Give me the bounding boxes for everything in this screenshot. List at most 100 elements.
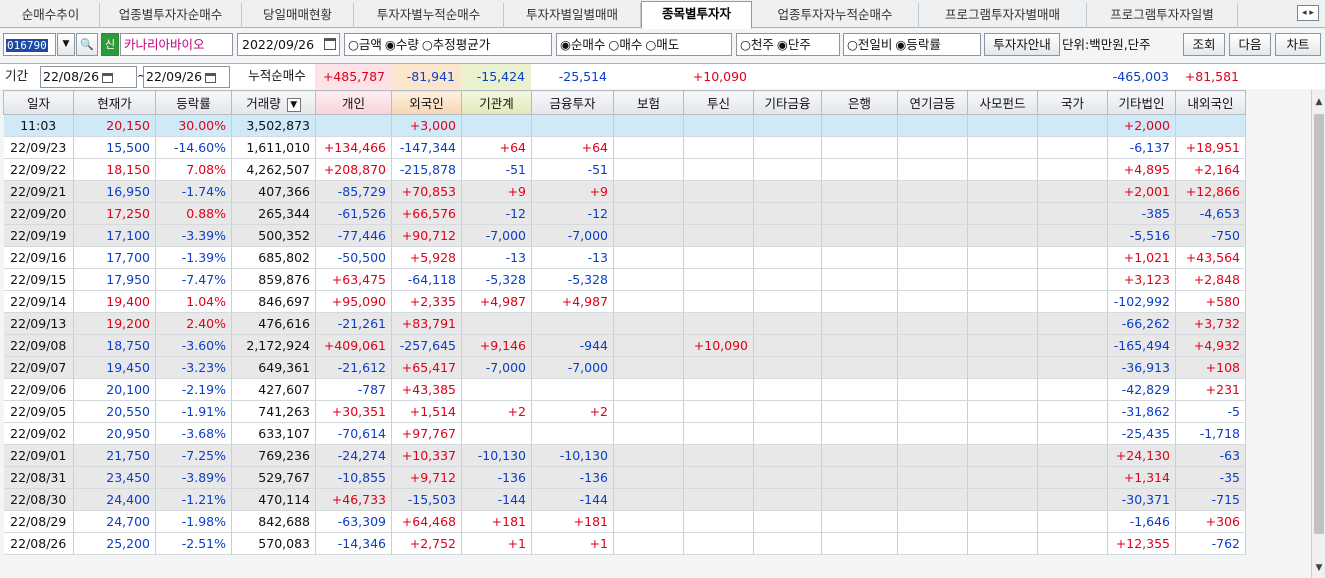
chart-button[interactable]: 차트 <box>1275 33 1321 56</box>
col-header-government[interactable]: 국가 <box>1037 90 1108 115</box>
col-header-label: 내외국인 <box>1187 96 1234 111</box>
radio-quantity[interactable]: ◉수량 <box>385 37 419 52</box>
next-button[interactable]: 다음 <box>1229 33 1271 56</box>
stock-name-field[interactable]: 카나리아바이오 <box>120 33 233 56</box>
tab-program-investor-trading[interactable]: 프로그램투자자별매매 <box>919 3 1087 28</box>
radio-avg-price[interactable]: ○추정평균가 <box>422 37 490 52</box>
col-header-volume[interactable]: 거래량 ▼ <box>231 90 316 115</box>
calendar-icon[interactable] <box>324 38 336 50</box>
cell-trust <box>683 268 754 291</box>
tab-sector-investor-cumulative[interactable]: 업종투자자누적순매수 <box>752 3 919 28</box>
table-row[interactable]: 22/09/14 19,400 1.04% 846,697 +95,090 +2,335 +… <box>3 290 1246 313</box>
cell-foreign: -15,503 <box>391 488 462 511</box>
radio-buy[interactable]: ○매수 <box>608 37 642 52</box>
col-header-domestic-foreign[interactable]: 내외국인 <box>1175 90 1246 115</box>
cell-date: 22/09/05 <box>3 400 74 423</box>
table-row[interactable]: 22/09/01 21,750 -7.25% 769,236 -24,274 +10,33… <box>3 444 1246 467</box>
tab-investor-cumulative[interactable]: 투자자별누적순매수 <box>354 3 504 28</box>
col-header-rate[interactable]: 등락률 <box>155 90 232 115</box>
cell-volume: 470,114 <box>231 488 316 511</box>
scroll-down-icon[interactable]: ▼ <box>1312 560 1325 576</box>
tab-program-investor-daily[interactable]: 프로그램투자자일별 <box>1087 3 1238 28</box>
col-header-bank[interactable]: 은행 <box>821 90 898 115</box>
radio-single-shares[interactable]: ◉단주 <box>777 37 811 52</box>
table-row[interactable]: 22/09/23 15,500 -14.60% 1,611,010 +134,466 -1… <box>3 136 1246 159</box>
table-row[interactable]: 22/09/07 19,450 -3.23% 649,361 -21,612 +65,41… <box>3 356 1246 379</box>
table-row[interactable]: 22/09/20 17,250 0.88% 265,344 -61,526 +66,576… <box>3 202 1246 225</box>
vertical-scrollbar[interactable]: ▲ ▼ <box>1311 90 1325 578</box>
table-row[interactable]: 11:03 20,150 30.00% 3,502,873 +3,000 +2,000 <box>3 114 1246 137</box>
search-icon[interactable]: 🔍 <box>76 33 98 56</box>
volume-dropdown-chevron-icon[interactable]: ▼ <box>286 97 301 112</box>
tab-investor-daily[interactable]: 투자자별일별매매 <box>504 3 641 28</box>
col-header-foreign[interactable]: 외국인 <box>391 90 462 115</box>
tab-stock-investor[interactable]: 종목별투자자 <box>641 1 752 29</box>
investor-by-stock-window: 순매수추이 업종별투자자순매수 당일매매현황 투자자별누적순매수 투자자별일별매… <box>0 0 1325 578</box>
col-header-trust[interactable]: 투신 <box>683 90 754 115</box>
cell-bank <box>821 246 898 269</box>
tab-scroll-arrows-icon[interactable]: ◂ ▸ <box>1297 5 1319 21</box>
col-header-private-fund[interactable]: 사모펀드 <box>967 90 1038 115</box>
scroll-up-icon[interactable]: ▲ <box>1312 94 1325 110</box>
table-row[interactable]: 22/09/22 18,150 7.08% 4,262,507 +208,870 -215… <box>3 158 1246 181</box>
base-date-input[interactable]: 2022/09/26 <box>237 33 340 56</box>
table-row[interactable]: 22/09/16 17,700 -1.39% 685,802 -50,500 +5,928… <box>3 246 1246 269</box>
code-dropdown-chevron-icon[interactable]: ▼ <box>57 33 75 56</box>
tab-net-buy-trend[interactable]: 순매수추이 <box>2 3 100 28</box>
cell-private-fund <box>967 290 1038 313</box>
table-row[interactable]: 22/08/29 24,700 -1.98% 842,688 -63,309 +64,46… <box>3 510 1246 533</box>
tab-today-trading[interactable]: 당일매매현황 <box>242 3 354 28</box>
cell-individual <box>315 114 392 137</box>
cell-bank <box>821 136 898 159</box>
cell-foreign: +10,337 <box>391 444 462 467</box>
cell-pension <box>897 466 968 489</box>
stock-code-input[interactable]: 016790 <box>3 33 56 56</box>
col-header-other-fin[interactable]: 기타금융 <box>753 90 822 115</box>
radio-net-buy[interactable]: ◉순매수 <box>560 37 605 52</box>
table-row[interactable]: 22/08/26 25,200 -2.51% 570,083 -14,346 +2,752… <box>3 532 1246 555</box>
table-row[interactable]: 22/09/15 17,950 -7.47% 859,876 +63,475 -64,11… <box>3 268 1246 291</box>
cell-insurance <box>613 224 684 247</box>
cell-private-fund <box>967 136 1038 159</box>
radio-amount[interactable]: ○금액 <box>348 37 382 52</box>
table-row[interactable]: 22/09/08 18,750 -3.60% 2,172,924 +409,061 -25… <box>3 334 1246 357</box>
cell-domestic-foreign: +2,848 <box>1175 268 1246 291</box>
col-header-institution[interactable]: 기관계 <box>461 90 532 115</box>
table-row[interactable]: 22/08/30 24,400 -1.21% 470,114 +46,733 -15,50… <box>3 488 1246 511</box>
table-row[interactable]: 22/08/31 23,450 -3.89% 529,767 -10,855 +9,712… <box>3 466 1246 489</box>
table-row[interactable]: 22/09/05 20,550 -1.91% 741,263 +30,351 +1,514… <box>3 400 1246 423</box>
cell-private-fund <box>967 532 1038 555</box>
tab-sector-investor-net-buy[interactable]: 업종별투자자순매수 <box>100 3 242 28</box>
cell-fin-invest: +1 <box>531 532 614 555</box>
col-header-pension[interactable]: 연기금등 <box>897 90 968 115</box>
cell-fin-invest: -10,130 <box>531 444 614 467</box>
toolbar: 016790 ▼ 🔍 신 카나리아바이오 2022/09/26 ○금액 ◉수량 ○추… <box>0 30 1325 60</box>
table-row[interactable]: 22/09/06 20,100 -2.19% 427,607 -787 +43,385 -4… <box>3 378 1246 401</box>
radio-thousand-shares[interactable]: ○천주 <box>740 37 774 52</box>
col-header-price[interactable]: 현재가 <box>73 90 156 115</box>
cell-institution <box>461 312 532 335</box>
col-header-individual[interactable]: 개인 <box>315 90 392 115</box>
col-header-other-corp[interactable]: 기타법인 <box>1107 90 1176 115</box>
radio-prev-day[interactable]: ○전일비 <box>847 37 892 52</box>
cell-date: 22/09/21 <box>3 180 74 203</box>
radio-change-rate[interactable]: ◉등락률 <box>895 37 940 52</box>
col-header-fin-invest[interactable]: 금융투자 <box>531 90 614 115</box>
col-header-date[interactable]: 일자 <box>3 90 74 115</box>
table-row[interactable]: 22/09/19 17,100 -3.39% 500,352 -77,446 +90,71… <box>3 224 1246 247</box>
table-row[interactable]: 22/09/21 16,950 -1.74% 407,366 -85,729 +70,85… <box>3 180 1246 203</box>
calendar-icon[interactable] <box>205 72 217 83</box>
scroll-thumb[interactable] <box>1314 114 1324 534</box>
cell-domestic-foreign: -35 <box>1175 466 1246 489</box>
table-row[interactable]: 22/09/02 20,950 -3.68% 633,107 -70,614 +97,76… <box>3 422 1246 445</box>
cell-date: 22/09/22 <box>3 158 74 181</box>
investor-guide-button[interactable]: 투자자안내 <box>984 33 1060 56</box>
cell-rate: -1.39% <box>155 246 232 269</box>
search-button[interactable]: 조회 <box>1183 33 1225 56</box>
col-header-insurance[interactable]: 보험 <box>613 90 684 115</box>
table-row[interactable]: 22/09/13 19,200 2.40% 476,616 -21,261 +83,791… <box>3 312 1246 335</box>
period-to-input[interactable]: 22/09/26 <box>143 66 230 88</box>
radio-sell[interactable]: ○매도 <box>645 37 679 52</box>
period-from-input[interactable]: 22/08/26 <box>40 66 137 88</box>
calendar-icon[interactable] <box>102 72 114 83</box>
